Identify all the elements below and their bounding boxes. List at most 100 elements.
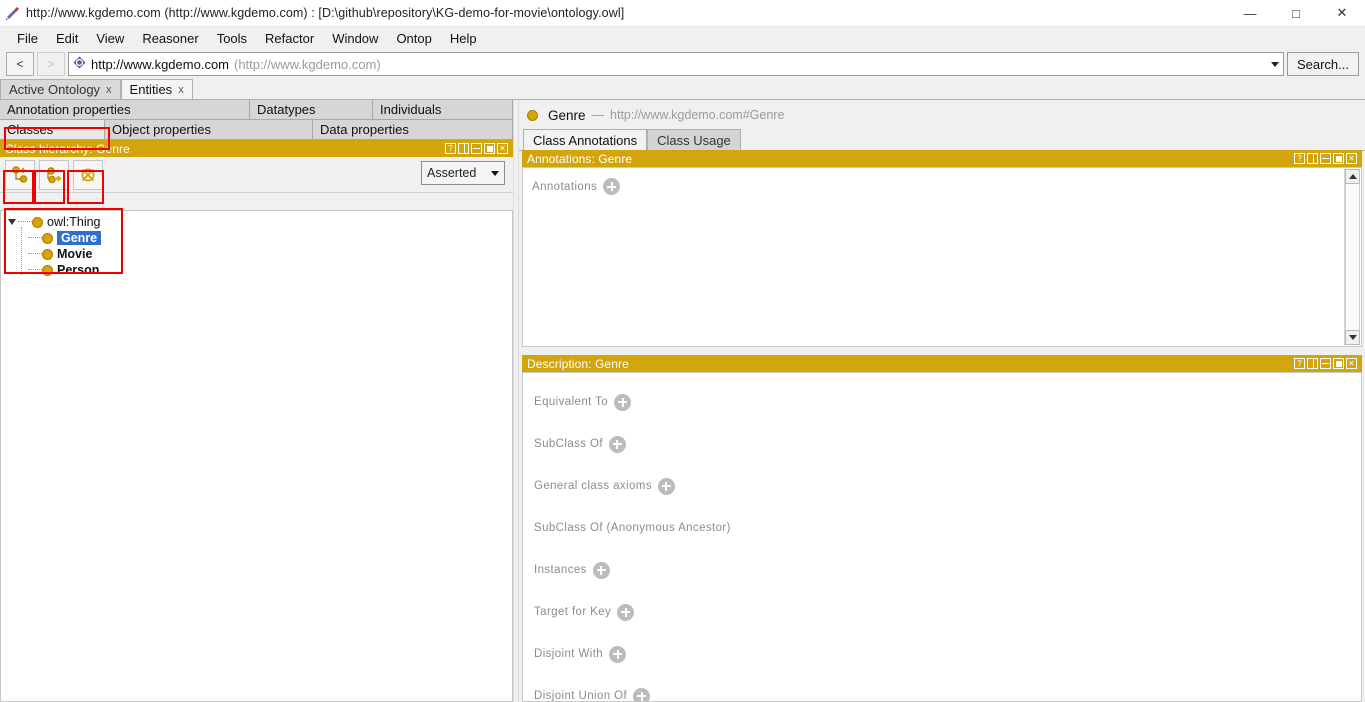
entity-dash: — (591, 108, 605, 122)
tab-active-ontology[interactable]: Active Ontology x (0, 79, 121, 99)
help-icon[interactable]: ? (1294, 358, 1305, 369)
tree-row-genre[interactable]: Genre (1, 230, 512, 246)
description-panel-title: Description: Genre (527, 356, 629, 371)
split-pane-icon[interactable] (1307, 358, 1318, 369)
add-subclass-of-button[interactable] (608, 435, 626, 453)
menu-window[interactable]: Window (323, 29, 387, 48)
split-pane-icon[interactable] (1307, 153, 1318, 164)
tab-object-properties[interactable]: Object properties (105, 120, 313, 140)
description-row-target-for-key: Target for Key (523, 591, 1361, 633)
window-close-button[interactable]: ✕ (1319, 0, 1365, 26)
add-subclass-icon (12, 165, 28, 183)
add-subclass-button[interactable] (5, 159, 35, 190)
maximize-icon[interactable] (1333, 358, 1344, 369)
tab-class-annotations[interactable]: Class Annotations (523, 129, 648, 150)
minimize-icon[interactable] (471, 143, 482, 154)
menu-tools[interactable]: Tools (208, 29, 256, 48)
add-disjoint-with-button[interactable] (609, 645, 627, 663)
row-label: Instances (534, 564, 587, 576)
ontology-iri-field[interactable]: http://www.kgdemo.com (http://www.kgdemo… (68, 52, 1284, 76)
tree-row-owl-thing[interactable]: owl:Thing (1, 214, 512, 230)
row-label: Disjoint With (534, 648, 604, 660)
scrollbar-track[interactable] (1345, 184, 1360, 330)
class-dot-icon (32, 216, 43, 228)
tab-annotation-properties[interactable]: Annotation properties (0, 100, 250, 120)
tree-row-person[interactable]: Person (1, 262, 512, 278)
row-label: SubClass Of (Anonymous Ancestor) (534, 522, 731, 534)
search-button[interactable]: Search... (1286, 52, 1359, 76)
close-icon[interactable]: x (106, 84, 112, 96)
annotations-panel-title: Annotations: Genre (527, 151, 633, 166)
tree-item-label: Person (57, 263, 100, 277)
panel-controls: ? ✕ (1294, 358, 1357, 369)
left-panel: Annotation properties Datatypes Individu… (0, 100, 513, 702)
delete-class-icon (81, 168, 95, 181)
tree-row-movie[interactable]: Movie (1, 246, 512, 262)
class-dot-icon (42, 248, 53, 260)
menu-edit[interactable]: Edit (47, 29, 87, 48)
window-title: http://www.kgdemo.com (http://www.kgdemo… (26, 6, 625, 20)
description-row-disjoint-with: Disjoint With (523, 633, 1361, 675)
tree-item-label: Genre (57, 231, 102, 245)
tab-data-properties[interactable]: Data properties (313, 120, 513, 140)
scroll-down-button[interactable] (1345, 330, 1360, 345)
tab-classes[interactable]: Classes (0, 120, 105, 140)
expand-collapse-icon[interactable] (5, 219, 18, 225)
menu-refactor[interactable]: Refactor (256, 29, 323, 48)
add-annotation-button[interactable] (603, 178, 621, 195)
add-sibling-class-button[interactable] (39, 159, 69, 190)
menu-help[interactable]: Help (441, 29, 486, 48)
forward-button[interactable]: > (37, 52, 65, 76)
add-equivalent-to-button[interactable] (614, 393, 632, 411)
maximize-icon[interactable] (484, 143, 495, 154)
chevron-down-icon[interactable] (1270, 61, 1279, 67)
ontology-iri-alias: (http://www.kgdemo.com) (234, 56, 381, 72)
help-icon[interactable]: ? (1294, 153, 1305, 164)
maximize-icon[interactable] (1333, 153, 1344, 164)
annotations-scrollbar[interactable] (1344, 169, 1360, 345)
add-instance-button[interactable] (592, 561, 610, 579)
add-target-for-key-button[interactable] (617, 603, 635, 621)
description-row-equivalent-to: Equivalent To (523, 381, 1361, 423)
tab-class-usage[interactable]: Class Usage (647, 129, 741, 150)
menu-ontop[interactable]: Ontop (387, 29, 440, 48)
tab-individuals[interactable]: Individuals (373, 100, 513, 120)
window-minimize-button[interactable]: — (1227, 0, 1273, 26)
menu-view[interactable]: View (87, 29, 133, 48)
close-icon[interactable]: x (178, 84, 184, 96)
help-icon[interactable]: ? (445, 143, 456, 154)
add-general-class-axiom-button[interactable] (657, 477, 675, 495)
scroll-up-button[interactable] (1345, 169, 1360, 184)
menu-reasoner[interactable]: Reasoner (133, 29, 207, 48)
description-panel-body: Equivalent To SubClass Of General class … (522, 372, 1362, 702)
back-button[interactable]: < (6, 52, 34, 76)
category-tabs-row-2: Classes Object properties Data propertie… (0, 120, 513, 140)
close-icon[interactable]: ✕ (497, 143, 508, 154)
class-hierarchy-tree-container: owl:Thing Genre Movie Person (0, 210, 513, 702)
menu-bar: File Edit View Reasoner Tools Refactor W… (0, 27, 1365, 49)
menu-file[interactable]: File (8, 29, 47, 48)
main-workspace: Annotation properties Datatypes Individu… (0, 100, 1365, 702)
entity-name: Genre (548, 107, 586, 123)
panel-controls: ? ✕ (445, 143, 508, 154)
ontology-target-icon (73, 56, 86, 72)
class-hierarchy-tree[interactable]: owl:Thing Genre Movie Person (0, 210, 513, 702)
minimize-icon[interactable] (1320, 358, 1331, 369)
class-hierarchy-panel-header: Class hierarchy: Genre ? ✕ (0, 140, 513, 157)
reasoner-mode-value: Asserted (427, 166, 477, 180)
annotations-panel-header: Annotations: Genre ? ✕ (522, 150, 1362, 167)
split-pane-icon[interactable] (458, 143, 469, 154)
reasoner-mode-selector[interactable]: Asserted (421, 161, 505, 185)
window-maximize-button[interactable]: □ (1273, 0, 1319, 26)
add-disjoint-union-of-button[interactable] (633, 687, 651, 701)
delete-class-button[interactable] (73, 159, 103, 190)
triangle-down-icon (1348, 335, 1357, 340)
minimize-icon[interactable] (1320, 153, 1331, 164)
annotations-panel-body: Annotations (522, 167, 1362, 347)
tab-entities[interactable]: Entities x (120, 79, 193, 99)
close-icon[interactable]: ✕ (1346, 358, 1357, 369)
close-icon[interactable]: ✕ (1346, 153, 1357, 164)
row-label: SubClass Of (534, 438, 603, 450)
annotations-row-label: Annotations (532, 180, 598, 193)
tab-datatypes[interactable]: Datatypes (250, 100, 373, 120)
